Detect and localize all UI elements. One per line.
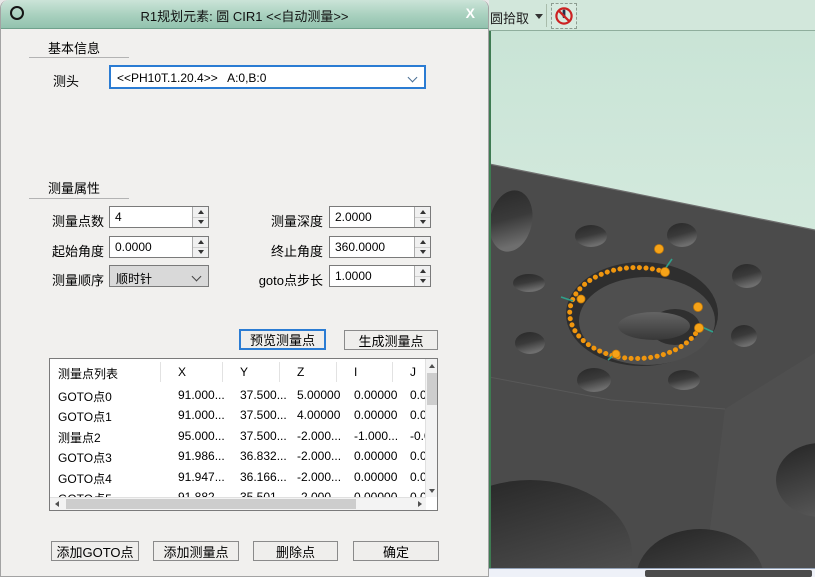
3d-viewport[interactable]	[489, 31, 815, 568]
spin-down-button[interactable]	[415, 218, 430, 228]
hole	[668, 370, 700, 390]
section-basic-info: 基本信息	[48, 38, 100, 57]
depth-value: 2.0000	[335, 210, 372, 224]
goto-step-spinner[interactable]: 1.0000	[329, 265, 431, 287]
spin-up-button[interactable]	[415, 237, 430, 248]
table-hscrollbar[interactable]	[50, 497, 426, 510]
points-count-label: 测量点数	[52, 211, 104, 230]
dialog-titlebar[interactable]: R1规划元素: 圆 CIR1 <<自动测量>> X	[1, 0, 488, 29]
spin-up-button[interactable]	[193, 237, 208, 248]
start-angle-spinner[interactable]: 0.0000	[109, 236, 209, 258]
spin-down-button[interactable]	[193, 248, 208, 258]
section-divider	[29, 198, 129, 199]
scroll-left-button[interactable]	[50, 498, 63, 510]
col-j: J	[410, 365, 416, 379]
dialog-title: R1规划元素: 圆 CIR1 <<自动测量>>	[1, 6, 488, 25]
hole	[575, 225, 607, 247]
table-row[interactable]: GOTO点391.986...36.832...-2.000...0.00000…	[50, 446, 426, 466]
goto-step-value: 1.0000	[335, 269, 372, 283]
points-count-value: 4	[115, 210, 122, 224]
end-angle-value: 360.0000	[335, 240, 385, 254]
hole	[515, 332, 545, 354]
table-rows: GOTO点091.000...37.500...5.000000.000000.…	[50, 385, 426, 498]
table-header: 测量点列表 X Y Z I J	[50, 359, 426, 385]
order-label: 测量顺序	[52, 270, 104, 289]
toolbar-separator	[546, 4, 547, 27]
col-x: X	[178, 365, 186, 379]
spin-up-button[interactable]	[193, 207, 208, 218]
end-angle-label: 终止角度	[241, 241, 323, 260]
delete-point-button[interactable]: 删除点	[253, 541, 338, 561]
right-pane: 圆拾取	[489, 0, 815, 577]
scroll-right-button[interactable]	[413, 498, 426, 510]
scroll-up-button[interactable]	[426, 359, 438, 372]
col-name: 测量点列表	[58, 365, 118, 382]
chevron-down-icon	[408, 73, 418, 83]
col-i: I	[354, 365, 357, 379]
spin-up-button[interactable]	[415, 266, 430, 277]
table-vscrollbar[interactable]	[425, 359, 437, 497]
probe-label: 测头	[53, 71, 79, 90]
points-count-spinner[interactable]: 4	[109, 206, 209, 228]
hscrollbar-thumb[interactable]	[66, 499, 356, 509]
spin-down-button[interactable]	[415, 248, 430, 258]
section-divider	[29, 57, 129, 58]
preview-points-button[interactable]: 预览测量点	[239, 329, 326, 350]
viewport-hscrollbar-thumb[interactable]	[645, 570, 812, 577]
col-z: Z	[297, 365, 304, 379]
start-angle-value: 0.0000	[115, 240, 152, 254]
order-select-value: 顺时针	[116, 270, 152, 287]
end-angle-spinner[interactable]: 360.0000	[329, 236, 431, 258]
table-row[interactable]: GOTO点091.000...37.500...5.000000.000000.…	[50, 385, 426, 405]
probe-select[interactable]: <<PH10T.1.20.4>> A:0,B:0	[109, 65, 426, 89]
planning-dialog: R1规划元素: 圆 CIR1 <<自动测量>> X 基本信息 测头 <<PH10…	[0, 0, 489, 577]
circle-pick-button[interactable]: 圆拾取	[490, 8, 529, 27]
spin-down-button[interactable]	[193, 218, 208, 228]
chevron-down-icon	[192, 272, 202, 282]
goto-step-label: goto点步长	[241, 270, 323, 289]
measure-points-table[interactable]: 测量点列表 X Y Z I J GOTO点091.000...37.500...…	[49, 358, 438, 511]
spin-down-button[interactable]	[415, 277, 430, 287]
hole	[577, 368, 611, 392]
close-icon[interactable]: X	[466, 5, 475, 21]
prohibition-icon	[554, 6, 574, 26]
pick-toolbar: 圆拾取	[489, 0, 815, 31]
ok-button[interactable]: 确定	[353, 541, 439, 561]
table-row[interactable]: GOTO点191.000...37.500...4.000000.000000.…	[50, 405, 426, 425]
col-y: Y	[240, 365, 248, 379]
scroll-down-button[interactable]	[426, 484, 438, 497]
counterbore	[566, 262, 718, 366]
probe-disable-button[interactable]	[551, 3, 577, 29]
caret-down-icon[interactable]	[535, 14, 543, 19]
table-row[interactable]: 测量点295.000...37.500...-2.000...-1.000...…	[50, 426, 426, 446]
add-goto-point-button[interactable]: 添加GOTO点	[51, 541, 139, 561]
spin-up-button[interactable]	[415, 207, 430, 218]
depth-spinner[interactable]: 2.0000	[329, 206, 431, 228]
probe-select-value: <<PH10T.1.20.4>> A:0,B:0	[117, 71, 266, 85]
table-row[interactable]: GOTO点491.947...36.166...-2.000...0.00000…	[50, 467, 426, 487]
order-select[interactable]: 顺时针	[109, 265, 209, 287]
section-measure-props: 测量属性	[48, 178, 100, 197]
add-measure-point-button[interactable]: 添加测量点	[153, 541, 239, 561]
start-angle-label: 起始角度	[52, 241, 104, 260]
hole	[732, 264, 762, 288]
vscrollbar-thumb[interactable]	[427, 373, 437, 405]
hole	[513, 274, 545, 292]
hole	[731, 325, 757, 347]
depth-label: 测量深度	[241, 211, 323, 230]
hole	[667, 223, 697, 247]
generate-points-button[interactable]: 生成测量点	[344, 330, 438, 350]
3d-scene	[491, 31, 815, 568]
